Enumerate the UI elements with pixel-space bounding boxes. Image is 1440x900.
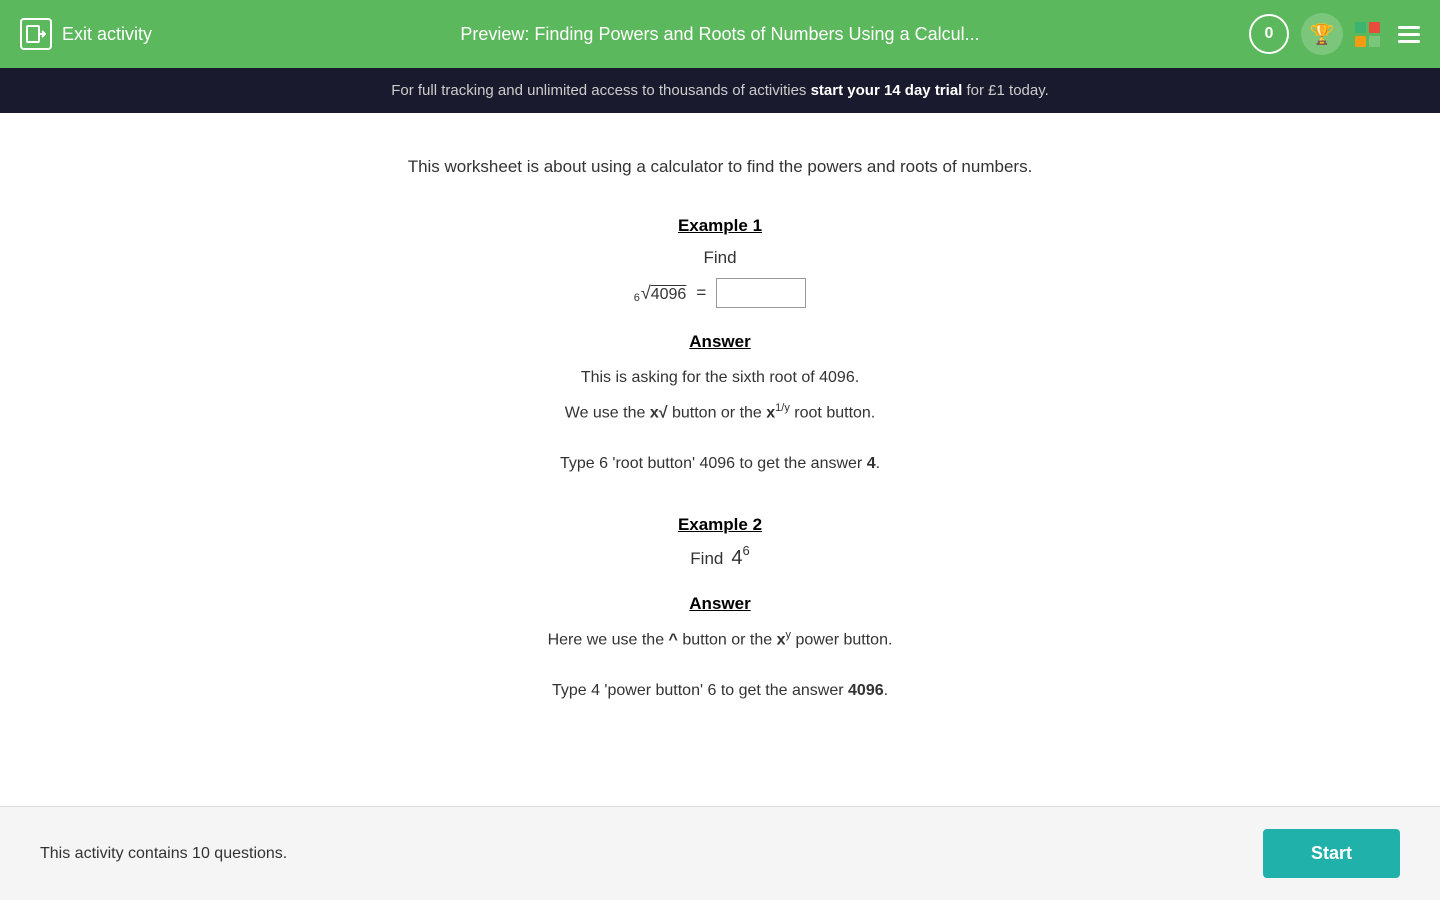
answer2-line2-suffix: . bbox=[884, 682, 888, 699]
example1-section: Example 1 Find 6√4096 = Answer This is a… bbox=[290, 216, 1150, 479]
answer1-line3-suffix: . bbox=[876, 455, 880, 472]
answer1-sup: 1/y bbox=[775, 402, 790, 414]
hamburger-line-2 bbox=[1398, 33, 1420, 36]
equals-sign: = bbox=[696, 283, 706, 303]
example2-find-label: Find bbox=[690, 549, 723, 569]
answer2-line2: Type 4 'power button' 6 to get the answe… bbox=[290, 677, 1150, 706]
root-symbol: √ bbox=[641, 283, 651, 304]
example1-answer-title: Answer bbox=[290, 332, 1150, 352]
answer1-line2-prefix: We use the bbox=[565, 404, 650, 421]
spacer2 bbox=[290, 661, 1150, 677]
exit-label: Exit activity bbox=[62, 24, 152, 45]
hamburger-line-1 bbox=[1398, 26, 1420, 29]
answer1-line3-prefix: Type 6 'root button' 4096 to get the ans… bbox=[560, 455, 867, 472]
answer1-line2-suffix: root button. bbox=[790, 404, 875, 421]
radicand: 4096 bbox=[651, 286, 687, 304]
example2-answer-section: Answer Here we use the ^ button or the x… bbox=[290, 594, 1150, 706]
example1-answer-section: Answer This is asking for the sixth root… bbox=[290, 332, 1150, 479]
answer2-line2-prefix: Type 4 'power button' 6 to get the answe… bbox=[552, 682, 848, 699]
answer1-line1: This is asking for the sixth root of 409… bbox=[290, 364, 1150, 393]
banner-cta[interactable]: start your 14 day trial bbox=[811, 82, 963, 99]
intro-paragraph: This worksheet is about using a calculat… bbox=[290, 153, 1150, 180]
example1-find-label: Find bbox=[290, 248, 1150, 268]
exit-activity-button[interactable]: Exit activity bbox=[20, 18, 152, 50]
start-button[interactable]: Start bbox=[1263, 829, 1400, 878]
page-title: Preview: Finding Powers and Roots of Num… bbox=[460, 24, 979, 45]
hamburger-line-3 bbox=[1398, 40, 1420, 43]
trial-banner: For full tracking and unlimited access t… bbox=[0, 68, 1440, 113]
spacer1 bbox=[290, 434, 1150, 450]
answer1-result: 4 bbox=[867, 455, 876, 472]
activity-info: This activity contains 10 questions. bbox=[40, 845, 287, 863]
answer2-button2: x bbox=[777, 631, 786, 648]
example1-title: Example 1 bbox=[290, 216, 1150, 236]
answer2-button1: ^ bbox=[669, 631, 678, 648]
answer1-line3: Type 6 'root button' 4096 to get the ans… bbox=[290, 450, 1150, 479]
score-badge: 0 bbox=[1249, 14, 1289, 54]
banner-text-after: for £1 today. bbox=[962, 82, 1048, 99]
exit-icon bbox=[20, 18, 52, 50]
answer1-button1: x√ bbox=[650, 404, 668, 421]
example2-title: Example 2 bbox=[290, 515, 1150, 535]
answer1-line2: We use the x√ button or the x1/y root bu… bbox=[290, 399, 1150, 428]
game-icon[interactable] bbox=[1355, 22, 1380, 47]
example2-answer-title: Answer bbox=[290, 594, 1150, 614]
example2-power-expression: 46 bbox=[731, 547, 749, 570]
answer2-line1-mid: button or the bbox=[678, 631, 777, 648]
trophy-button[interactable]: 🏆 bbox=[1301, 13, 1343, 55]
answer2-line1-prefix: Here we use the bbox=[548, 631, 669, 648]
example1-expression: 6√4096 bbox=[634, 283, 687, 304]
header: Exit activity Preview: Finding Powers an… bbox=[0, 0, 1440, 68]
example1-answer-input[interactable] bbox=[716, 278, 806, 308]
power-exponent: 6 bbox=[742, 543, 749, 558]
answer1-button2: x bbox=[766, 404, 775, 421]
banner-text-normal: For full tracking and unlimited access t… bbox=[391, 82, 810, 99]
answer2-line1-suffix: power button. bbox=[791, 631, 892, 648]
answer1-line2-mid: button or the bbox=[668, 404, 767, 421]
root-index: 6 bbox=[634, 292, 640, 304]
example2-find-row: Find 46 bbox=[290, 547, 1150, 570]
bottom-panel: This activity contains 10 questions. Sta… bbox=[0, 806, 1440, 900]
example2-section: Example 2 Find 46 Answer Here we use the… bbox=[290, 515, 1150, 706]
answer2-result: 4096 bbox=[848, 682, 884, 699]
menu-button[interactable] bbox=[1398, 26, 1420, 43]
power-base: 4 bbox=[731, 547, 742, 570]
example1-math-row: 6√4096 = bbox=[290, 278, 1150, 308]
answer2-line1: Here we use the ^ button or the xy power… bbox=[290, 626, 1150, 655]
header-controls: 0 🏆 bbox=[1249, 13, 1420, 55]
main-content: This worksheet is about using a calculat… bbox=[270, 113, 1170, 762]
